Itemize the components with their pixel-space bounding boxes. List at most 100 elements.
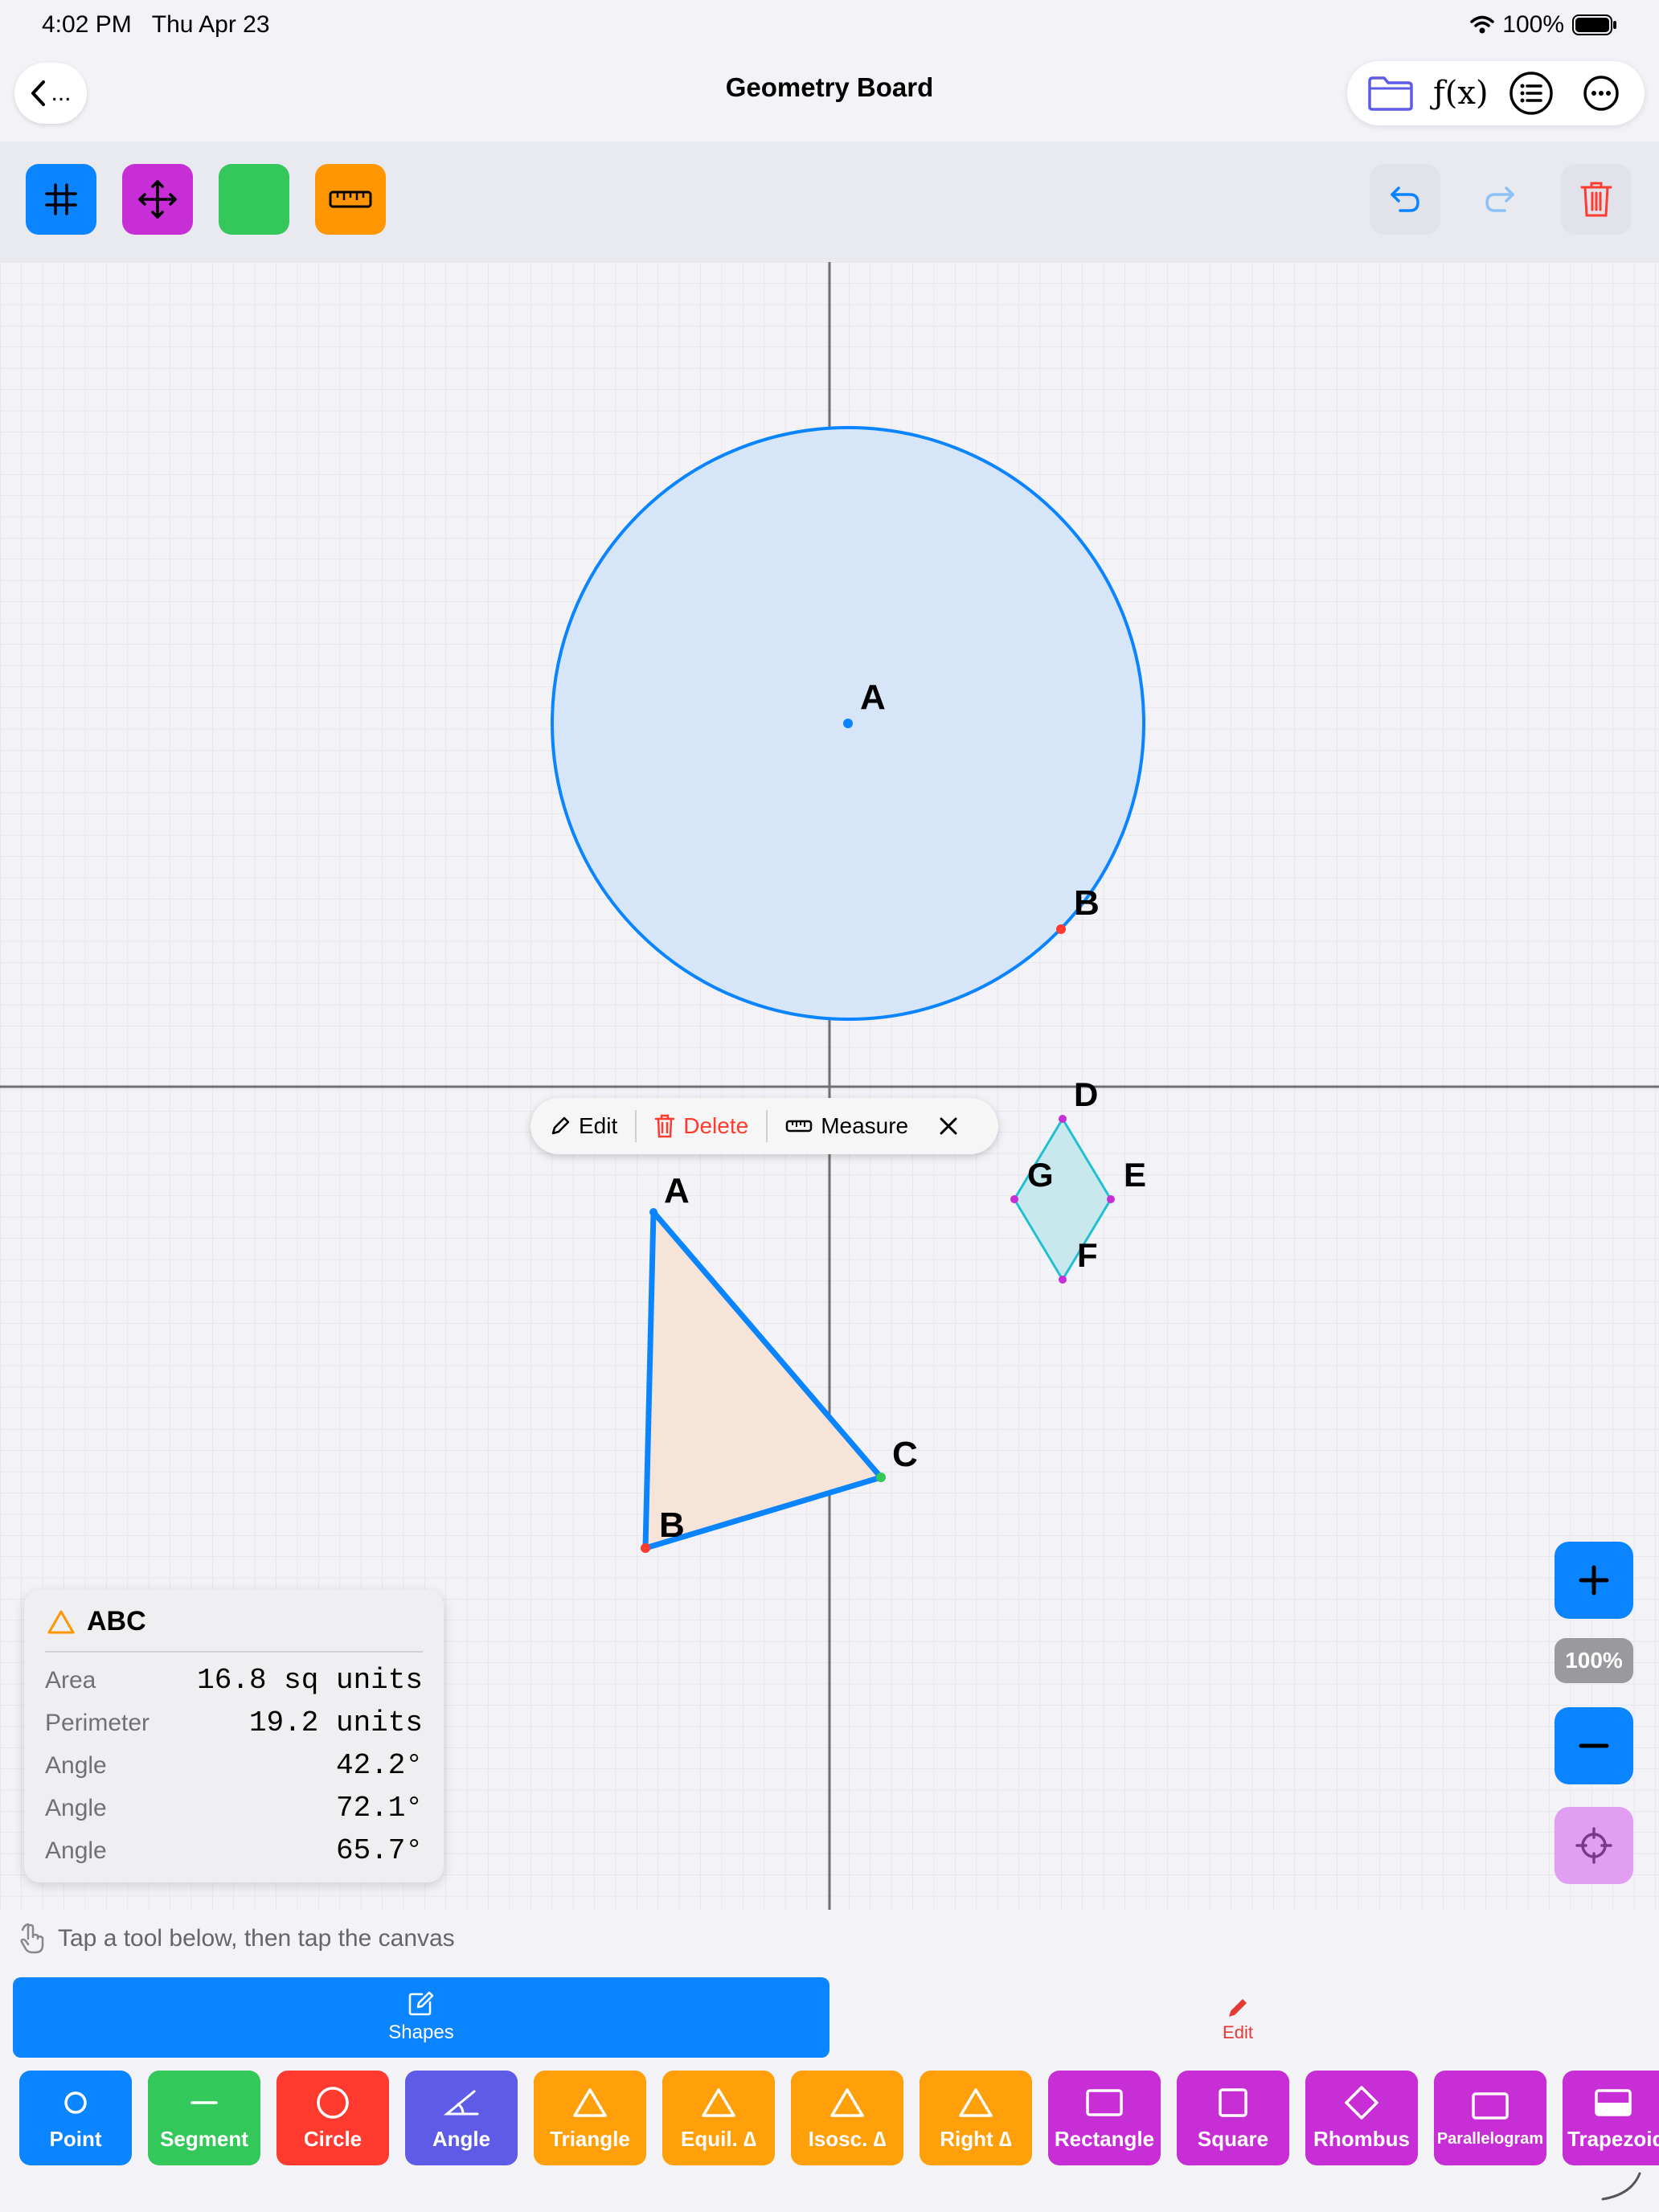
rhombus-label-g: G: [1027, 1156, 1054, 1194]
more-button[interactable]: [1575, 67, 1628, 120]
info-header: ABC: [47, 1606, 146, 1637]
triangle-vertex-c[interactable]: [876, 1473, 886, 1482]
triangle-icon: [959, 2087, 993, 2117]
shape-tool-bar: Point Segment Circle Angle Triangle Equi…: [0, 2071, 1659, 2170]
function-button[interactable]: ƒ(x): [1432, 67, 1489, 120]
ruler-icon: [785, 1120, 813, 1133]
tool-parallelogram[interactable]: Parallelogram: [1434, 2071, 1546, 2165]
folder-button[interactable]: [1364, 67, 1417, 120]
circle-center-label: A: [860, 678, 886, 717]
navigation-bar: ... Geometry Board ƒ(x): [0, 51, 1659, 140]
delete-menu-item[interactable]: Delete: [637, 1110, 766, 1142]
tab-shapes[interactable]: Shapes: [13, 1977, 830, 2058]
info-row-angle: Angle 65.7°: [45, 1834, 423, 1867]
rhombus-icon: [1345, 2085, 1378, 2120]
scroll-indicator: [1601, 2172, 1641, 2201]
color-picker-button[interactable]: [219, 164, 289, 235]
triangle-label-b: B: [659, 1505, 685, 1545]
tab-shapes-label: Shapes: [388, 2022, 454, 2043]
tool-equilateral-triangle[interactable]: Equil. ∆: [662, 2071, 775, 2165]
segment-icon: [190, 2100, 218, 2104]
circle-center-point[interactable]: [843, 719, 853, 728]
delete-all-button[interactable]: [1561, 164, 1632, 235]
hint-text: Tap a tool below, then tap the canvas: [58, 1925, 455, 1952]
folder-icon: [1368, 76, 1413, 111]
crosshair-icon: [1575, 1827, 1612, 1864]
move-icon: [138, 180, 177, 219]
redo-button[interactable]: [1464, 164, 1535, 235]
tool-right-triangle[interactable]: Right ∆: [920, 2071, 1032, 2165]
rhombus-vertex-g[interactable]: [1010, 1195, 1018, 1203]
status-bar: 4:02 PM Thu Apr 23 100%: [0, 0, 1659, 51]
rhombus-label-f: F: [1077, 1236, 1098, 1274]
divider: [45, 1651, 423, 1653]
info-row-perimeter: Perimeter 19.2 units: [45, 1706, 423, 1739]
tool-square[interactable]: Square: [1177, 2071, 1289, 2165]
undo-button[interactable]: [1370, 164, 1440, 235]
minus-icon: [1579, 1743, 1609, 1748]
hint-bar: Tap a tool below, then tap the canvas: [18, 1923, 455, 1955]
zoom-out-button[interactable]: [1555, 1707, 1633, 1784]
zoom-in-button[interactable]: [1555, 1542, 1633, 1619]
edit-menu-item[interactable]: Edit: [530, 1110, 635, 1142]
circle-icon: [317, 2086, 349, 2119]
tool-angle[interactable]: Angle: [405, 2071, 518, 2165]
tool-isosceles-triangle[interactable]: Isosc. ∆: [791, 2071, 903, 2165]
function-label: ƒ(x): [1432, 75, 1489, 112]
point-icon: [64, 2091, 87, 2114]
tool-trapezoid[interactable]: Trapezoid: [1563, 2071, 1659, 2165]
rectangle-icon: [1086, 2088, 1123, 2116]
info-row-area: Area 16.8 sq units: [45, 1664, 423, 1697]
trash-icon: [1580, 182, 1612, 217]
pencil-icon: [1229, 1999, 1247, 2017]
info-row-angle: Angle 72.1°: [45, 1792, 423, 1825]
triangle-vertex-a[interactable]: [649, 1208, 657, 1216]
redo-icon: [1485, 186, 1514, 212]
more-icon: [1583, 76, 1619, 111]
rhombus-vertex-d[interactable]: [1059, 1115, 1067, 1123]
tool-point[interactable]: Point: [19, 2071, 132, 2165]
triangle-label-a: A: [664, 1171, 690, 1210]
rhombus-vertex-e[interactable]: [1107, 1195, 1115, 1203]
measure-menu-item[interactable]: Measure: [768, 1110, 926, 1142]
edit-square-icon: [408, 1991, 434, 2016]
trash-icon: [655, 1114, 675, 1138]
list-icon: [1509, 72, 1553, 115]
tab-edit[interactable]: Edit: [1198, 1992, 1278, 2048]
triangle-icon: [830, 2087, 864, 2117]
move-tool-button[interactable]: [122, 164, 193, 235]
circle-radius-point[interactable]: [1056, 924, 1066, 934]
rhombus-label-d: D: [1074, 1075, 1098, 1113]
tool-circle[interactable]: Circle: [276, 2071, 389, 2165]
tool-segment[interactable]: Segment: [148, 2071, 260, 2165]
grid-toggle-button[interactable]: [26, 164, 96, 235]
close-icon: [940, 1117, 957, 1135]
parallelogram-icon: [1472, 2091, 1509, 2120]
list-button[interactable]: [1505, 67, 1558, 120]
tool-triangle[interactable]: Triangle: [534, 2071, 646, 2165]
triangle-vertex-b[interactable]: [641, 1543, 650, 1553]
circle-shape[interactable]: A B: [551, 426, 1145, 1021]
battery-percent: 100%: [1502, 11, 1564, 38]
zoom-level: 100%: [1555, 1638, 1633, 1683]
ruler-icon: [329, 190, 372, 208]
tool-rhombus[interactable]: Rhombus: [1305, 2071, 1418, 2165]
recenter-button[interactable]: [1555, 1807, 1633, 1884]
tab-edit-label: Edit: [1223, 2022, 1253, 2042]
triangle-icon: [47, 1610, 75, 1633]
status-time: 4:02 PM Thu Apr 23: [42, 11, 270, 38]
trapezoid-icon: [1595, 2088, 1632, 2116]
shape-info-panel: ABC Area 16.8 sq units Perimeter 19.2 unit…: [24, 1590, 444, 1882]
rhombus-vertex-f[interactable]: [1059, 1276, 1067, 1284]
info-row-angle: Angle 42.2°: [45, 1749, 423, 1782]
measure-label: Measure: [821, 1113, 909, 1138]
rhombus-label-e: E: [1124, 1156, 1146, 1194]
ruler-button[interactable]: [315, 164, 386, 235]
plus-icon: [1579, 1565, 1609, 1596]
nav-actions: ƒ(x): [1347, 61, 1645, 125]
circle-radius-label: B: [1074, 883, 1100, 923]
angle-icon: [444, 2090, 479, 2115]
close-menu-button[interactable]: [926, 1110, 976, 1142]
tool-rectangle[interactable]: Rectangle: [1048, 2071, 1161, 2165]
shape-context-menu: Edit Delete Measure: [530, 1098, 998, 1154]
